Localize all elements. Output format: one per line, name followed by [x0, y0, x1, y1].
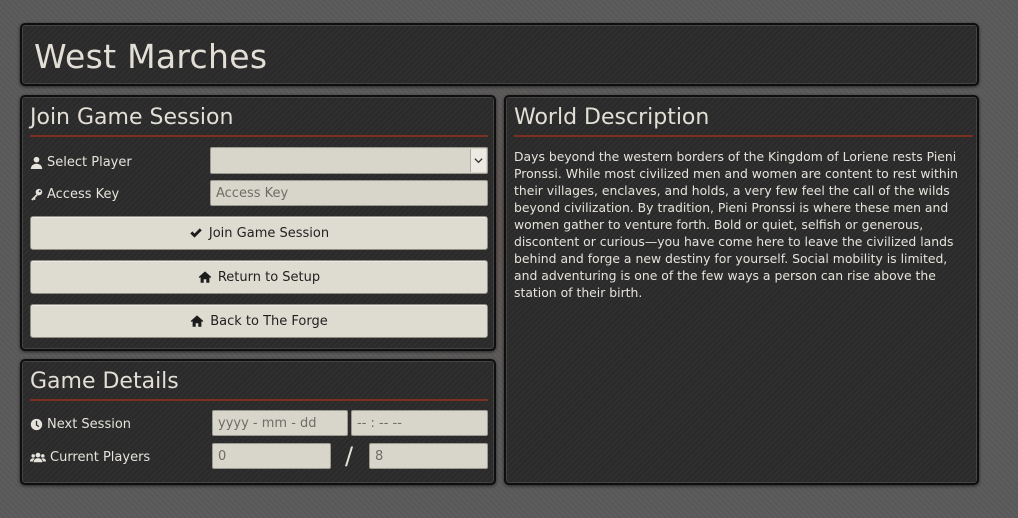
header-panel: West Marches: [20, 23, 979, 86]
game-details-panel: Game Details Next Session yyyy - mm - dd…: [20, 359, 496, 485]
return-to-setup-button[interactable]: Return to Setup: [30, 260, 488, 294]
join-session-button[interactable]: Join Game Session: [30, 216, 488, 250]
home-icon: [198, 271, 212, 283]
page-title: West Marches: [34, 37, 268, 76]
clock-icon: [30, 418, 43, 430]
users-icon: [30, 452, 46, 462]
select-player-label: Select Player: [30, 153, 132, 171]
players-separator: /: [345, 442, 354, 470]
join-session-title: Join Game Session: [30, 105, 234, 130]
current-players-label: Current Players: [30, 448, 150, 466]
access-key-label: Access Key: [30, 185, 119, 203]
world-description-text: Days beyond the western borders of the K…: [514, 149, 958, 300]
next-session-label: Next Session: [30, 415, 131, 433]
select-player-dropdown[interactable]: [210, 147, 488, 174]
next-session-time-input[interactable]: -- : -- --: [351, 410, 488, 436]
max-players-input[interactable]: 8: [369, 443, 488, 469]
title-divider: [30, 135, 488, 137]
user-icon: [30, 156, 43, 169]
game-details-title: Game Details: [30, 369, 179, 394]
check-icon: [190, 228, 202, 238]
join-session-panel: Join Game Session Select Player Access K…: [20, 95, 496, 351]
world-description-title: World Description: [514, 105, 710, 130]
access-key-input[interactable]: Access Key: [210, 180, 488, 206]
chevron-down-icon[interactable]: [470, 149, 486, 172]
world-description-panel: World Description Days beyond the wester…: [504, 95, 979, 485]
title-divider: [30, 399, 488, 401]
next-session-date-input[interactable]: yyyy - mm - dd: [212, 410, 348, 436]
home-icon: [190, 315, 204, 327]
back-to-forge-button[interactable]: Back to The Forge: [30, 304, 488, 338]
title-divider: [514, 135, 973, 137]
current-players-input[interactable]: 0: [212, 443, 331, 469]
key-icon: [31, 188, 43, 201]
